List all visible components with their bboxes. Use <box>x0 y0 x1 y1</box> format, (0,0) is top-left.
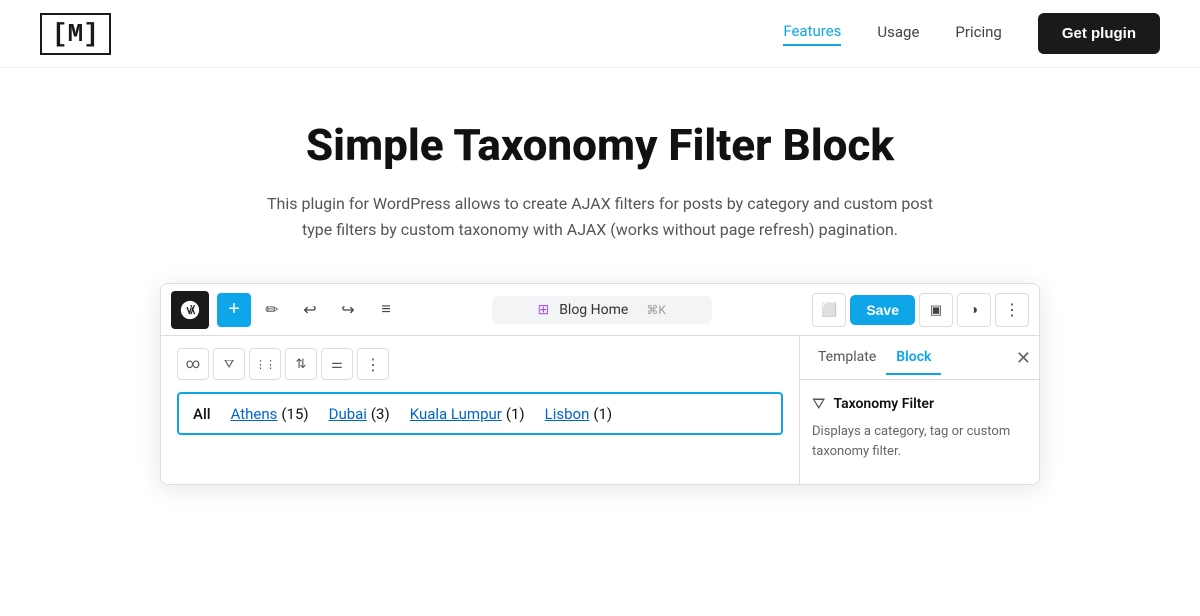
link-icon <box>186 356 200 372</box>
align-tool-button[interactable] <box>321 348 353 380</box>
pencil-icon <box>265 300 278 320</box>
block-more-icon <box>365 355 381 374</box>
monitor-icon <box>821 301 837 318</box>
redo-icon <box>341 300 354 320</box>
sidebar-toggle-button[interactable] <box>919 293 953 327</box>
panel-block-description: Displays a category, tag or custom taxon… <box>812 422 1027 461</box>
filter-kl-item[interactable]: Kuala Lumpur (1) <box>410 404 525 423</box>
keyboard-shortcut: ⌘K <box>646 303 666 317</box>
list-view-button[interactable] <box>369 293 403 327</box>
blog-icon: ⊞ <box>537 302 549 318</box>
header: [M] Features Usage Pricing Get plugin <box>0 0 1200 68</box>
nav-usage[interactable]: Usage <box>877 23 919 45</box>
wp-logo-svg <box>179 299 201 321</box>
filter-lisbon-count: (1) <box>593 405 612 423</box>
editor-mockup: + ⊞ Blog Home ⌘K Save <box>160 283 1040 485</box>
filter-block: All Athens (15) Dubai (3) Kuala Lumpur (… <box>177 392 783 435</box>
hero-title: Simple Taxonomy Filter Block <box>40 120 1160 171</box>
panel-tabs: Template Block ✕ <box>800 336 1039 380</box>
logo: [M] <box>40 13 111 55</box>
nav-features[interactable]: Features <box>783 22 841 46</box>
panel-body: ⛛ Taxonomy Filter Displays a category, t… <box>800 380 1039 475</box>
funnel-icon <box>224 357 234 372</box>
updown-icon <box>296 357 307 372</box>
panel-close-button[interactable]: ✕ <box>1016 349 1031 367</box>
more-options-button[interactable] <box>995 293 1029 327</box>
filter-dubai-count: (3) <box>371 405 390 423</box>
hero-section: Simple Taxonomy Filter Block This plugin… <box>0 68 1200 283</box>
undo-button[interactable] <box>293 293 327 327</box>
editor-content: All Athens (15) Dubai (3) Kuala Lumpur (… <box>161 336 799 484</box>
monitor-button[interactable] <box>812 293 846 327</box>
tab-block[interactable]: Block <box>886 341 941 375</box>
nav: Features Usage Pricing Get plugin <box>783 13 1160 54</box>
get-plugin-button[interactable]: Get plugin <box>1038 13 1160 54</box>
panel-block-header: ⛛ Taxonomy Filter <box>812 394 1027 414</box>
panel-filter-icon: ⛛ <box>812 394 825 414</box>
redo-button[interactable] <box>331 293 365 327</box>
contrast-button[interactable] <box>957 293 991 327</box>
toolbar-right: Save <box>812 293 1029 327</box>
filter-dubai-item[interactable]: Dubai (3) <box>329 404 390 423</box>
filter-all-item[interactable]: All <box>193 405 211 423</box>
undo-icon <box>303 300 316 320</box>
hero-description: This plugin for WordPress allows to crea… <box>260 191 940 244</box>
filter-athens-count: (15) <box>281 405 308 423</box>
filter-kl-link[interactable]: Kuala Lumpur <box>410 405 502 423</box>
edit-button[interactable] <box>255 293 289 327</box>
right-panel: Template Block ✕ ⛛ Taxonomy Filter Displ… <box>799 336 1039 484</box>
panel-block-name: Taxonomy Filter <box>833 396 934 412</box>
contrast-icon <box>970 301 978 318</box>
blog-home-label: Blog Home <box>559 302 628 318</box>
save-button[interactable]: Save <box>850 295 915 325</box>
more-block-options-button[interactable] <box>357 348 389 380</box>
editor-toolbar: + ⊞ Blog Home ⌘K Save <box>161 284 1039 336</box>
filter-athens-link[interactable]: Athens <box>231 405 278 423</box>
tab-template[interactable]: Template <box>808 341 886 375</box>
block-toolbar <box>177 348 783 380</box>
wordpress-icon[interactable] <box>171 291 209 329</box>
filter-lisbon-link[interactable]: Lisbon <box>545 405 590 423</box>
nav-pricing[interactable]: Pricing <box>955 23 1001 45</box>
grid-tool-button[interactable] <box>249 348 281 380</box>
sidebar-icon <box>930 301 942 318</box>
filter-athens-item[interactable]: Athens (15) <box>231 404 309 423</box>
link-tool-button[interactable] <box>177 348 209 380</box>
filter-kl-count: (1) <box>506 405 525 423</box>
updown-tool-button[interactable] <box>285 348 317 380</box>
blog-home-indicator[interactable]: ⊞ Blog Home ⌘K <box>492 296 712 324</box>
align-icon <box>331 357 343 372</box>
grid-icon <box>255 357 275 372</box>
filter-lisbon-item[interactable]: Lisbon (1) <box>545 404 613 423</box>
list-icon <box>381 301 390 319</box>
editor-body: All Athens (15) Dubai (3) Kuala Lumpur (… <box>161 336 1039 484</box>
filter-tool-button[interactable] <box>213 348 245 380</box>
add-block-button[interactable]: + <box>217 293 251 327</box>
filter-dubai-link[interactable]: Dubai <box>329 405 367 423</box>
more-icon <box>1004 300 1020 320</box>
